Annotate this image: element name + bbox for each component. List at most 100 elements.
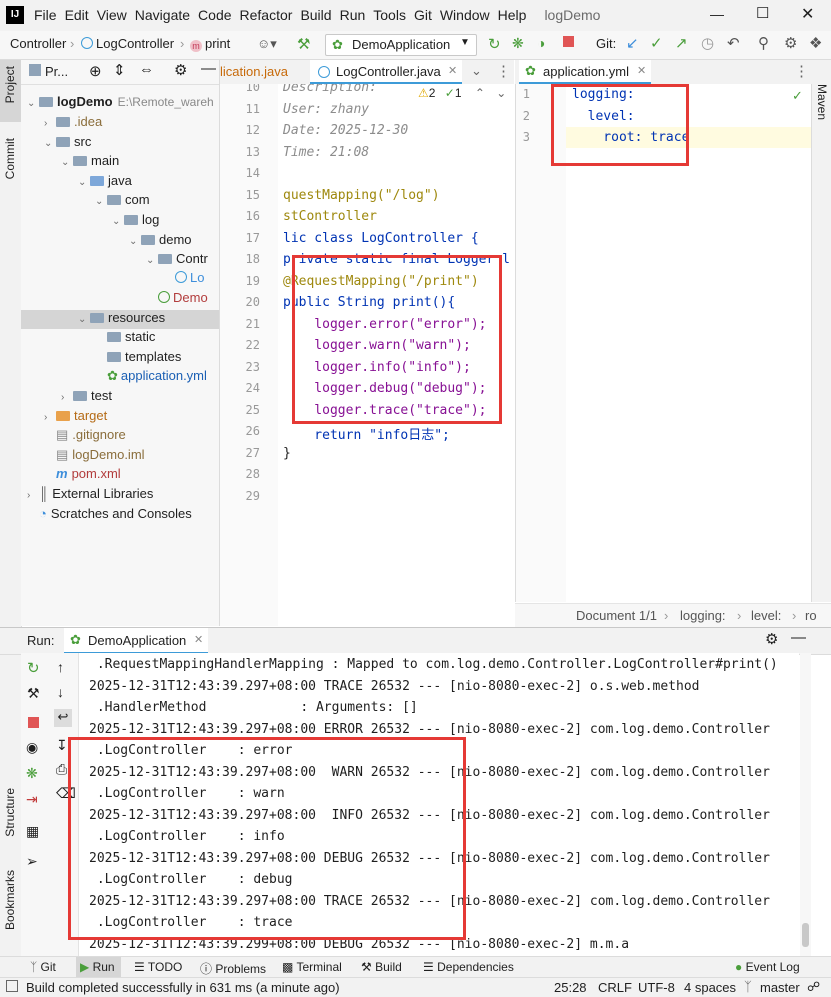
scroll-down-icon[interactable]: ↓ (57, 684, 64, 700)
status-toggle-icon[interactable] (6, 980, 18, 992)
chevron-down-icon[interactable]: ⌄ (95, 196, 107, 207)
tab-run[interactable]: ▶ Run (76, 957, 121, 978)
menu-window[interactable]: Window (440, 7, 490, 23)
menu-git[interactable]: Git (414, 7, 432, 23)
chevron-right-icon[interactable]: › (44, 412, 56, 423)
tree-item[interactable]: ⌄ demo (129, 232, 192, 251)
tree-item[interactable]: static (95, 329, 155, 348)
menu-file[interactable]: File (34, 7, 57, 23)
maximize-button[interactable]: ☐ (756, 4, 769, 22)
chevron-down-icon[interactable]: ⌄ (78, 314, 90, 325)
structure-tool-tab[interactable]: Structure (3, 788, 17, 837)
debug-icon[interactable]: ❋ (512, 35, 524, 52)
bookmarks-tool-tab[interactable]: Bookmarks (3, 870, 17, 930)
chevron-down-icon[interactable]: ⌄ (27, 98, 39, 109)
menu-view[interactable]: View (97, 7, 127, 23)
inspection-widget[interactable]: ⚠2 ✓1 ⌃ ⌄ (418, 86, 506, 100)
run-configuration-select[interactable]: ✿ DemoApplication ▼ (325, 34, 477, 56)
breadcrumb-logcontroller[interactable]: LogController (81, 36, 174, 51)
exit-icon[interactable]: ⇥ (26, 791, 38, 808)
close-tab-icon[interactable]: ✕ (637, 64, 646, 77)
git-commit-icon[interactable]: ✓ (650, 34, 663, 52)
caret-position[interactable]: 25:28 (554, 980, 587, 995)
chevron-down-icon[interactable]: ⌄ (112, 216, 124, 227)
status-message[interactable]: Build completed successfully in 631 ms (… (26, 980, 340, 995)
tree-item[interactable]: m pom.xml (44, 466, 121, 485)
yml-path-root[interactable]: ro (805, 608, 817, 623)
next-highlight-icon[interactable]: ⌄ (496, 86, 506, 100)
tree-item[interactable]: ◔ Scratches and Consoles (27, 506, 192, 525)
rerun-icon[interactable]: ↻ (488, 35, 501, 53)
settings-gear-icon[interactable]: ⚙ (784, 34, 797, 52)
run-tab-demoapplication[interactable]: ✿ DemoApplication ✕ (64, 628, 208, 654)
options-gear-icon[interactable]: ⚙ (174, 61, 187, 79)
project-tool-tab[interactable]: Project (3, 66, 17, 103)
tree-item[interactable]: ⌄ Contr (146, 251, 208, 270)
plugins-icon[interactable]: ❖ (809, 34, 822, 52)
user-icon[interactable]: ☺▾ (257, 36, 277, 52)
git-update-icon[interactable]: ↙ (626, 34, 639, 52)
tree-item[interactable]: › test (61, 388, 112, 407)
tree-item[interactable]: › ║ External Libraries (27, 486, 153, 505)
indent-setting[interactable]: 4 spaces (684, 980, 736, 995)
tree-item[interactable]: ▤ .gitignore (44, 427, 126, 446)
stop-icon[interactable] (28, 717, 39, 728)
chevron-right-icon[interactable]: › (44, 118, 56, 129)
tab-dependencies[interactable]: ☰ Dependencies (423, 960, 514, 974)
menu-edit[interactable]: Edit (65, 7, 89, 23)
file-encoding[interactable]: UTF-8 (638, 980, 675, 995)
tree-item[interactable]: ▤ logDemo.iml (44, 447, 145, 466)
hide-run-panel-icon[interactable]: — (791, 629, 806, 646)
git-rollback-icon[interactable]: ↶ (727, 34, 740, 52)
tree-item[interactable]: ⌄ logDemo E:\Remote_wareh (27, 94, 214, 113)
soft-wrap-icon[interactable]: ↩ (54, 709, 72, 727)
yml-path-logging[interactable]: logging: (680, 608, 726, 623)
menu-navigate[interactable]: Navigate (135, 7, 190, 23)
commit-tool-tab[interactable]: Commit (3, 138, 17, 179)
rerun-icon[interactable]: ↻ (27, 659, 40, 677)
tree-item[interactable]: templates (95, 349, 181, 368)
hide-panel-icon[interactable]: — (201, 60, 216, 77)
menu-code[interactable]: Code (198, 7, 231, 23)
tab-application-yml[interactable]: ✿ application.yml ✕ (519, 60, 651, 84)
debug-bug-icon[interactable]: ❋ (26, 765, 38, 782)
tree-item[interactable]: ⌄ com (95, 192, 150, 211)
menu-run[interactable]: Run (340, 7, 366, 23)
tree-item[interactable]: ✿ application.yml (95, 368, 207, 387)
build-hammer-icon[interactable]: ⚒ (297, 35, 310, 53)
menu-refactor[interactable]: Refactor (240, 7, 293, 23)
tab-git[interactable]: ᛉ Git (30, 960, 56, 974)
scroll-to-end-icon[interactable]: ↧ (56, 737, 68, 754)
tree-item[interactable]: ⌄ src (44, 134, 91, 153)
maven-tool-tab[interactable]: Maven (815, 84, 829, 120)
camera-icon[interactable]: ◉ (26, 739, 38, 756)
lock-icon[interactable]: ☍ (807, 979, 820, 995)
tab-event-log[interactable]: ● Event Log (735, 960, 800, 974)
tree-item[interactable]: Demo (146, 290, 208, 309)
locate-target-icon[interactable]: ⊕ (89, 62, 102, 80)
breadcrumb-print[interactable]: m print (190, 36, 230, 52)
run-settings-gear-icon[interactable]: ⚙ (765, 630, 778, 648)
chevron-right-icon[interactable]: › (27, 490, 39, 501)
tree-item[interactable]: ⌄ main (61, 153, 119, 172)
tab-logcontroller-java[interactable]: LogController.java ✕ (310, 60, 462, 84)
tab-terminal[interactable]: ▩ Terminal (282, 960, 342, 974)
search-icon[interactable]: ⚲ (758, 34, 769, 52)
print-icon[interactable]: ⎙ (56, 761, 67, 778)
chevron-down-icon[interactable]: ⌄ (78, 177, 90, 188)
scroll-up-icon[interactable]: ↑ (57, 659, 64, 675)
chevron-down-icon[interactable]: ⌄ (61, 157, 73, 168)
coverage-icon[interactable]: ◑ (537, 35, 545, 51)
layout-icon[interactable]: ▦ (26, 823, 39, 840)
tree-item[interactable]: ⌄ log (112, 212, 159, 231)
chevron-down-icon[interactable]: ⌄ (146, 255, 158, 266)
console-scrollbar[interactable] (800, 653, 811, 956)
stop-icon[interactable] (563, 36, 574, 47)
tree-item[interactable]: › .idea (44, 114, 102, 133)
git-branch[interactable]: master (760, 980, 800, 995)
collapse-all-icon[interactable]: ⇔ (139, 61, 154, 78)
more-options-icon[interactable]: ⋮ (794, 62, 809, 80)
menu-tools[interactable]: Tools (373, 7, 406, 23)
tree-item[interactable]: Lo (163, 270, 204, 289)
tree-item[interactable]: ⌄ resources (21, 310, 219, 329)
